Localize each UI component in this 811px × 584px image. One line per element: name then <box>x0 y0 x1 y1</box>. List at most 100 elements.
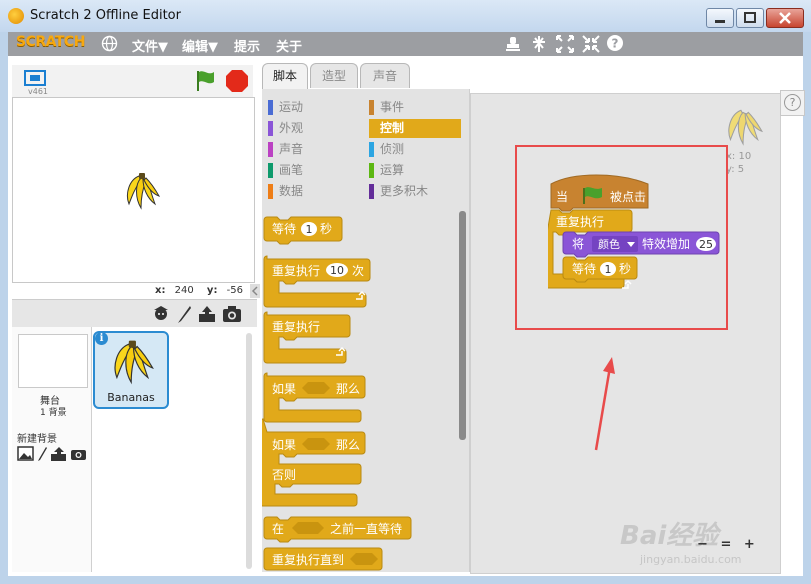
category-control[interactable]: 控制 <box>369 119 461 138</box>
block-if-label: 如果 <box>272 381 296 396</box>
duplicate-stamp-icon[interactable] <box>504 34 524 54</box>
zoom-reset-button[interactable]: = <box>720 537 731 552</box>
collapse-stage-icon[interactable] <box>250 284 260 298</box>
delete-scissors-icon[interactable] <box>530 34 550 54</box>
scratch-logo[interactable]: SCRATCH <box>16 34 85 50</box>
category-sound[interactable]: 声音 <box>268 140 364 159</box>
current-sprite-banana-icon <box>728 109 764 146</box>
block-else-label: 否则 <box>272 468 296 482</box>
block-wait-until-prefix: 在 <box>272 522 284 536</box>
green-flag-icon[interactable] <box>194 69 216 93</box>
paint-backdrop-icon[interactable] <box>36 446 48 462</box>
language-globe-icon[interactable] <box>101 35 118 52</box>
block-repeat-until-label: 重复执行直到 <box>272 553 344 567</box>
choose-sprite-from-library-icon[interactable] <box>152 304 170 324</box>
block-wait-unit: 秒 <box>320 222 332 236</box>
block-repeat-label: 重复执行 <box>272 264 320 278</box>
block-if-then[interactable]: 如果 那么 <box>263 372 366 423</box>
coord-x-label: x: <box>155 285 166 296</box>
upload-backdrop-icon[interactable] <box>50 446 67 462</box>
svg-text:?: ? <box>612 37 619 51</box>
category-operators-label: 运算 <box>380 163 405 177</box>
block-wait-seconds[interactable]: 等待 1 秒 <box>263 216 343 245</box>
sprite-info-button[interactable]: i <box>95 332 108 345</box>
block-wait-label: 等待 <box>272 222 296 236</box>
block-wait-until[interactable]: 在 之前一直等待 <box>263 516 412 543</box>
tab-scripts[interactable]: 脚本 <box>262 63 308 90</box>
window-title: Scratch 2 Offline Editor <box>30 8 181 23</box>
grow-icon[interactable] <box>555 34 575 54</box>
stage-backdrop-count: 1 背景 <box>40 408 67 418</box>
sprite-list-scrollbar[interactable] <box>246 333 252 569</box>
block-then-label: 那么 <box>336 382 360 396</box>
category-sensing[interactable]: 侦测 <box>369 140 461 159</box>
category-motion-label: 运动 <box>279 100 304 114</box>
menu-file[interactable]: 文件▼ <box>132 36 168 55</box>
camera-new-sprite-icon[interactable] <box>222 305 242 323</box>
stop-sign-icon[interactable] <box>225 69 249 93</box>
category-data-swatch <box>268 184 273 199</box>
zoom-in-button[interactable]: + <box>744 537 755 552</box>
stage-header: v461 <box>12 65 253 97</box>
maximize-button[interactable] <box>736 8 764 28</box>
menu-tips[interactable]: 提示 <box>234 36 260 55</box>
upload-sprite-icon[interactable] <box>197 304 217 324</box>
category-pen-swatch <box>268 163 273 178</box>
control-blocks-list: .blk{fill:#e1a91a;stroke:#b98a12;stroke-… <box>262 216 412 571</box>
banana-sprite-on-stage[interactable] <box>119 170 161 212</box>
category-data-label: 数据 <box>279 184 304 198</box>
category-operators-swatch <box>369 163 374 178</box>
category-looks-label: 外观 <box>279 121 304 135</box>
block-repeat-until[interactable]: 重复执行直到 <box>263 547 383 571</box>
palette-scrollbar[interactable] <box>459 211 466 440</box>
stage-canvas[interactable] <box>12 97 255 283</box>
category-motion-swatch <box>268 100 273 115</box>
zoom-out-button[interactable]: − <box>697 537 708 552</box>
coord-y-value: -56 <box>226 285 243 296</box>
menu-about[interactable]: 关于 <box>276 36 302 55</box>
category-pen-label: 画笔 <box>279 163 304 177</box>
category-more-blocks-label: 更多积木 <box>380 184 429 198</box>
close-button[interactable] <box>766 8 804 28</box>
category-operators[interactable]: 运算 <box>369 161 461 180</box>
minimize-button[interactable] <box>706 8 734 28</box>
coord-y-label: y: <box>206 285 218 296</box>
category-data[interactable]: 数据 <box>268 182 364 201</box>
new-backdrop-label: 新建背景 <box>17 434 57 445</box>
annotation-arrow <box>594 357 615 451</box>
help-icon[interactable]: ? <box>606 34 626 54</box>
scratch-app-icon <box>8 8 24 24</box>
presentation-mode-icon[interactable] <box>22 69 48 87</box>
version-label: v461 <box>28 87 49 96</box>
banana-sprite-thumbnail <box>114 340 154 385</box>
zoom-controls: − = + <box>697 537 755 552</box>
block-repeat-times[interactable]: 重复执行 10 次 <box>263 255 371 308</box>
block-repeat-value: 10 <box>330 264 344 277</box>
category-column-left: 运动 外观 声音 画笔 数据 <box>268 98 364 201</box>
category-pen[interactable]: 画笔 <box>268 161 364 180</box>
shrink-icon[interactable] <box>581 34 601 54</box>
block-wait-value: 1 <box>306 223 313 236</box>
camera-backdrop-icon[interactable] <box>70 447 87 461</box>
tips-help-icon[interactable]: ? <box>784 94 801 111</box>
menu-edit[interactable]: 编辑▼ <box>182 36 218 55</box>
backdrop-library-icon[interactable] <box>17 446 34 461</box>
category-events-label: 事件 <box>380 100 405 114</box>
block-forever[interactable]: 重复执行 <box>263 311 351 364</box>
tab-sounds[interactable]: 声音 <box>360 63 410 88</box>
highlight-annotation-box <box>515 145 728 330</box>
paint-new-sprite-icon[interactable] <box>175 304 193 324</box>
category-looks-swatch <box>268 121 273 136</box>
category-more-blocks[interactable]: 更多积木 <box>369 182 461 201</box>
category-column-right: 事件 控制 侦测 运算 更多积木 <box>369 98 461 201</box>
category-motion[interactable]: 运动 <box>268 98 364 117</box>
block-if-then-else[interactable]: 如果 那么 否则 <box>262 418 366 507</box>
stage-thumbnail[interactable] <box>18 334 88 388</box>
category-sensing-swatch <box>369 142 374 157</box>
sprite-position-readout: x: 10 y: 5 <box>726 150 751 176</box>
baidu-watermark-url: jingyan.baidu.com <box>640 553 742 566</box>
category-events[interactable]: 事件 <box>369 98 461 117</box>
mouse-coordinates: x: 240 y: -56 <box>155 285 243 296</box>
tab-costumes[interactable]: 造型 <box>310 63 358 88</box>
category-looks[interactable]: 外观 <box>268 119 364 138</box>
